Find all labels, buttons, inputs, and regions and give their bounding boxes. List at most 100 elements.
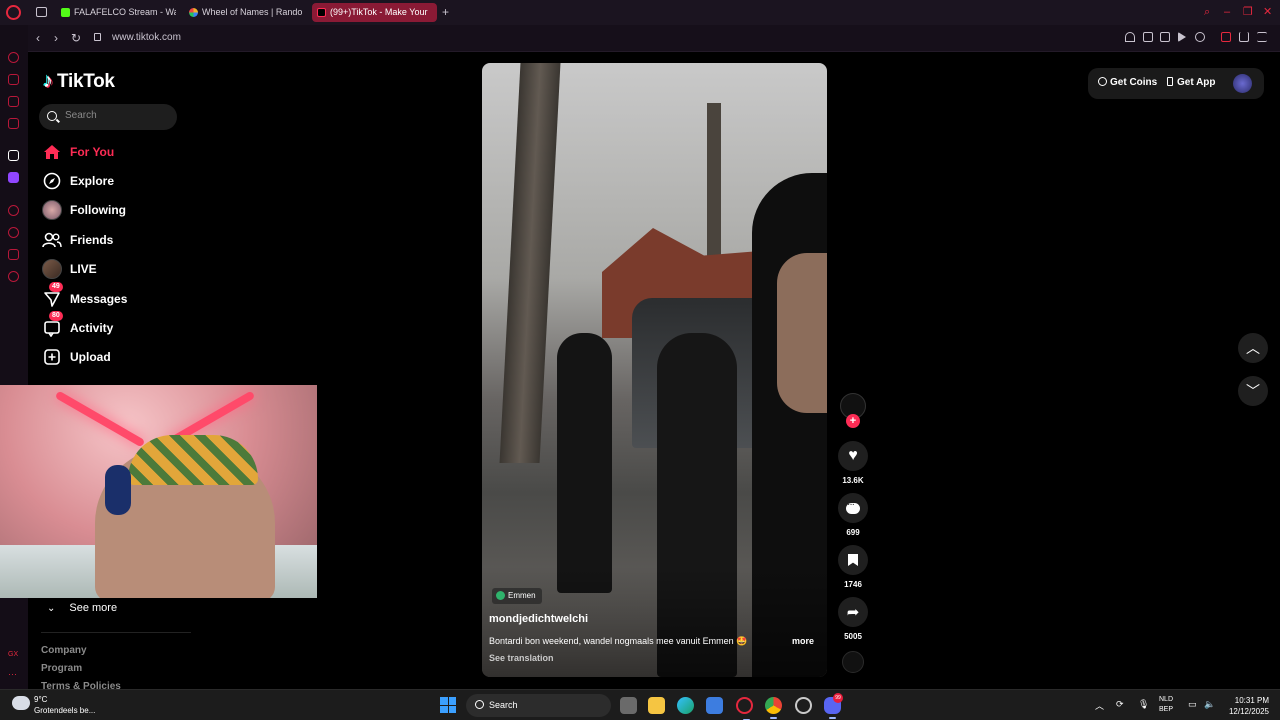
- forward-button[interactable]: ›: [54, 31, 58, 45]
- tiktok-wordmark: TikTok: [57, 70, 115, 92]
- nav-friends[interactable]: Friends: [41, 228, 191, 252]
- weather-desc[interactable]: Grotendeels be...: [34, 706, 95, 715]
- caption-more-button[interactable]: more: [792, 636, 814, 646]
- opera-gx-icon[interactable]: [736, 697, 753, 720]
- close-button[interactable]: ✕: [1263, 6, 1272, 18]
- chrome-icon[interactable]: [765, 697, 782, 719]
- shield-icon[interactable]: [1160, 32, 1170, 42]
- taskbar-search[interactable]: Search: [466, 694, 611, 717]
- volume-icon[interactable]: 🔈: [1204, 699, 1215, 710]
- follow-button[interactable]: +: [846, 414, 860, 428]
- taskbar: 9°C Grotendeels be... Search 99 ︿ ⟳ 🎙 NL…: [0, 689, 1280, 720]
- download-icon[interactable]: [1239, 32, 1249, 42]
- search-tabs-icon[interactable]: ⌕: [1204, 6, 1210, 18]
- minimize-button[interactable]: –: [1224, 6, 1230, 18]
- settings-icon[interactable]: [8, 271, 19, 282]
- nav-for-you[interactable]: For You: [41, 140, 191, 164]
- share-button[interactable]: ➦: [838, 597, 868, 627]
- snapshot-icon[interactable]: [1143, 32, 1153, 42]
- previous-video-button[interactable]: ︿: [1238, 333, 1268, 363]
- instagram-icon[interactable]: [8, 118, 19, 129]
- gx-icon[interactable]: GX: [8, 651, 19, 662]
- wallet-icon[interactable]: [1221, 32, 1231, 42]
- history-icon[interactable]: [8, 227, 19, 238]
- footer-link-terms[interactable]: Terms & Policies: [41, 681, 121, 689]
- workspaces-icon[interactable]: [36, 7, 47, 17]
- pin-icon[interactable]: [1125, 32, 1135, 42]
- tab-wheel-of-names[interactable]: Wheel of Names | Rando: [184, 3, 304, 22]
- nav-following[interactable]: Following: [41, 198, 191, 222]
- microphone-icon[interactable]: 🎙: [1138, 699, 1149, 710]
- settings-icon[interactable]: [795, 697, 812, 714]
- search-input[interactable]: [65, 110, 165, 121]
- clock[interactable]: 10:31 PM 12/12/2025: [1225, 695, 1269, 717]
- search-icon: [475, 700, 484, 709]
- more-icon[interactable]: ···: [8, 670, 19, 682]
- compass-icon: [41, 170, 63, 192]
- task-view-icon[interactable]: [620, 697, 637, 714]
- get-coins-button[interactable]: Get Coins: [1098, 77, 1157, 88]
- like-button[interactable]: ♥: [838, 441, 868, 471]
- see-more-button[interactable]: ⌄ See more: [47, 602, 117, 614]
- opera-logo-icon[interactable]: [6, 5, 21, 20]
- kick-favicon-icon: [61, 8, 70, 17]
- tab-falafelco-stream[interactable]: FALAFELCO Stream - Wat: [56, 3, 176, 22]
- file-explorer-icon[interactable]: [648, 697, 665, 714]
- pinboard-icon[interactable]: [8, 249, 19, 260]
- start-button[interactable]: [440, 697, 456, 713]
- location-tag[interactable]: Emmen: [492, 588, 542, 604]
- search-box[interactable]: [39, 104, 177, 130]
- weather-temp[interactable]: 9°C: [34, 695, 47, 704]
- messages-badge: 49: [49, 282, 63, 292]
- store-icon[interactable]: [706, 697, 723, 714]
- video-author[interactable]: mondjedichtwelchi: [489, 613, 588, 625]
- new-tab-button[interactable]: +: [442, 5, 449, 19]
- comment-button[interactable]: [838, 493, 868, 523]
- video-caption: Bontardi bon weekend, wandel nogmaals me…: [489, 636, 748, 646]
- menu-icon[interactable]: [1257, 32, 1267, 42]
- kick-icon[interactable]: [8, 150, 19, 161]
- network-icon[interactable]: ▭: [1188, 699, 1197, 710]
- play-icon[interactable]: [1178, 32, 1186, 42]
- aria-icon[interactable]: [8, 52, 19, 63]
- chevron-down-icon: ﹀: [1246, 383, 1260, 399]
- get-app-button[interactable]: Get App: [1167, 77, 1216, 88]
- tiktok-logo[interactable]: ♪ TikTok: [43, 70, 115, 93]
- nav-upload[interactable]: Upload: [41, 345, 191, 369]
- player-icon[interactable]: [8, 205, 19, 216]
- divider: [41, 632, 191, 633]
- profile-avatar[interactable]: [1233, 74, 1252, 93]
- cloud-icon[interactable]: [12, 696, 30, 710]
- lang-line1: NLD: [1159, 696, 1174, 703]
- nav-explore[interactable]: Explore: [41, 169, 191, 193]
- upload-icon: [41, 346, 63, 368]
- maximize-button[interactable]: ❐: [1243, 6, 1253, 18]
- tab-tiktok[interactable]: (99+)TikTok - Make Your: [312, 3, 437, 22]
- footer-link-program[interactable]: Program: [41, 663, 82, 674]
- footer-link-company[interactable]: Company: [41, 645, 87, 656]
- tray-overflow-icon[interactable]: ︿: [1095, 699, 1104, 712]
- sync-icon[interactable]: ⟳: [1116, 699, 1124, 710]
- back-button[interactable]: ‹: [36, 31, 40, 45]
- music-disc-icon[interactable]: [842, 651, 864, 673]
- shopping-icon[interactable]: [8, 74, 19, 85]
- reload-button[interactable]: ↻: [71, 31, 81, 45]
- see-more-label: See more: [69, 602, 118, 614]
- heart-icon: ♥: [848, 447, 858, 464]
- like-count: 13.6K: [842, 476, 864, 485]
- edge-icon[interactable]: [677, 697, 694, 714]
- heart-icon[interactable]: [1195, 32, 1205, 42]
- language-indicator[interactable]: NLD BEP: [1159, 695, 1173, 715]
- next-video-button[interactable]: ﹀: [1238, 376, 1268, 406]
- see-translation-button[interactable]: See translation: [489, 653, 554, 663]
- save-button[interactable]: [838, 545, 868, 575]
- home-icon: [41, 141, 63, 163]
- video-player[interactable]: Emmen mondjedichtwelchi Bontardi bon wee…: [482, 63, 827, 677]
- nav-messages[interactable]: 49 Messages: [41, 282, 191, 311]
- twitch-icon[interactable]: [8, 172, 19, 183]
- location-pin-icon: [496, 591, 505, 600]
- nav-activity[interactable]: 80 Activity: [41, 311, 191, 340]
- url-field[interactable]: www.tiktok.com: [112, 32, 181, 43]
- nav-live[interactable]: LIVE: [41, 257, 191, 281]
- messenger-icon[interactable]: [8, 96, 19, 107]
